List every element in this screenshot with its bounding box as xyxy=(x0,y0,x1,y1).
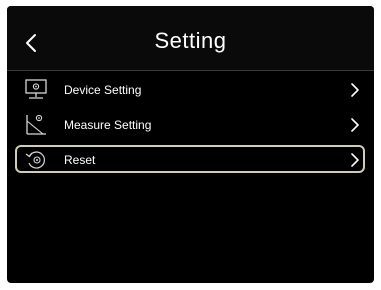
chevron-right-icon xyxy=(350,82,360,98)
measure-icon xyxy=(23,113,49,137)
settings-screen: Setting Device Setting Measure Setting R… xyxy=(7,6,374,283)
menu-item-device-setting[interactable]: Device Setting xyxy=(7,74,374,106)
page-title: Setting xyxy=(154,28,227,53)
header-divider xyxy=(7,70,374,71)
menu-item-reset[interactable]: Reset xyxy=(7,144,374,176)
chevron-right-icon xyxy=(350,152,360,168)
menu-item-label: Device Setting xyxy=(64,83,142,97)
header-bar: Setting xyxy=(7,6,374,70)
menu-item-label: Reset xyxy=(64,153,96,167)
settings-menu: Device Setting Measure Setting Reset xyxy=(7,74,374,179)
reset-icon xyxy=(23,148,49,172)
menu-item-label: Measure Setting xyxy=(64,118,152,132)
menu-item-measure-setting[interactable]: Measure Setting xyxy=(7,109,374,141)
chevron-right-icon xyxy=(350,117,360,133)
monitor-gear-icon xyxy=(23,78,49,102)
